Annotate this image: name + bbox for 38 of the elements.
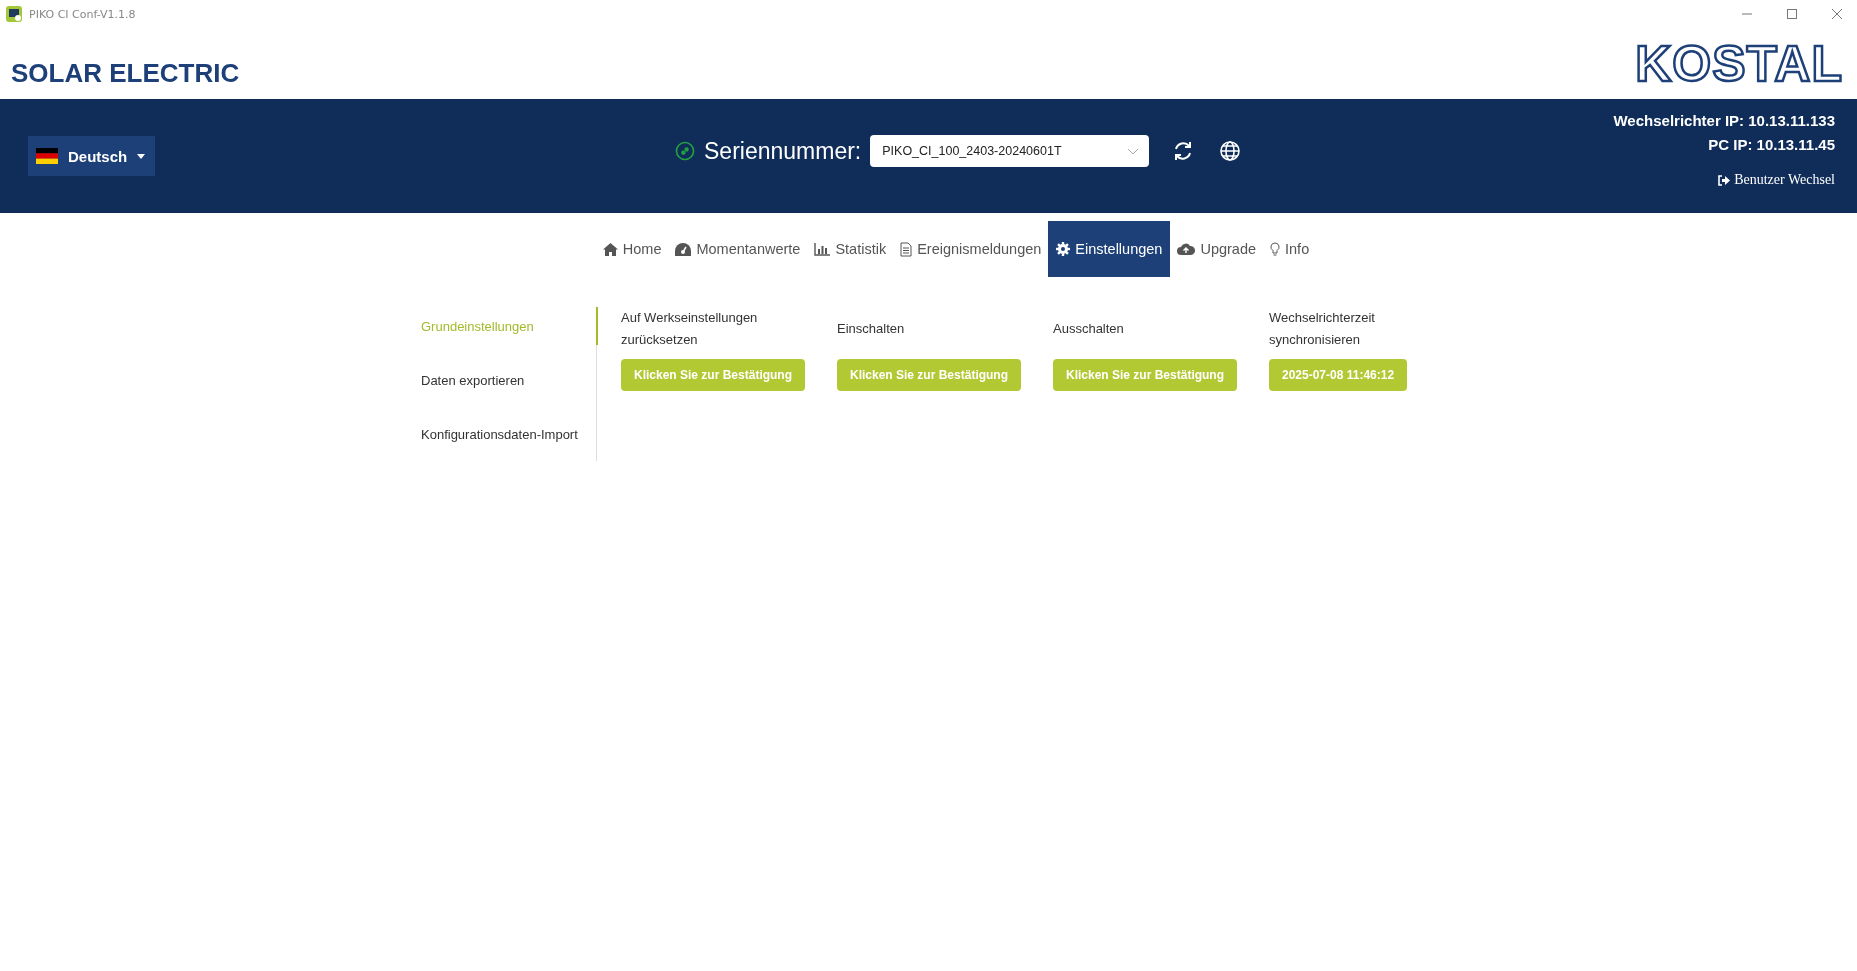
nav-tab[interactable]: Einstellungen — [1048, 221, 1171, 277]
action-label: Auf Werkseinstellungen zurücksetzen — [621, 309, 759, 349]
language-dropdown[interactable]: Deutsch — [28, 136, 156, 176]
maximize-icon[interactable] — [1786, 8, 1798, 20]
nav-tab[interactable]: Upgrade — [1170, 221, 1264, 277]
chevron-icon — [1127, 147, 1140, 155]
gauge-icon — [675, 242, 692, 256]
settings-icon — [1056, 242, 1071, 256]
cloud-upload-icon — [1177, 243, 1196, 255]
nav-tab[interactable]: Info — [1263, 221, 1317, 277]
nav-tab[interactable]: Home — [595, 221, 669, 277]
caret-icon — [137, 153, 146, 159]
user-switch-link[interactable]: Benutzer Wechsel — [1718, 172, 1835, 188]
lightbulb-icon — [1270, 241, 1281, 257]
app-icon — [6, 6, 22, 22]
action-label: Einschalten — [837, 320, 905, 338]
window-title: PIKO CI Conf-V1.1.8 — [29, 7, 136, 21]
home-icon — [602, 242, 618, 256]
logo: KOSTAL — [1635, 39, 1843, 94]
brand-title: SOLAR ELECTRIC — [11, 58, 240, 90]
nav-tab[interactable]: Momentanwerte — [668, 221, 808, 277]
globe-icon[interactable] — [1219, 140, 1242, 162]
serial-select[interactable]: PIKO_CI_100_2403-20240601T — [870, 135, 1150, 167]
document-icon — [900, 241, 913, 257]
action-label: Ausschalten — [1053, 320, 1124, 338]
sidebar-item[interactable]: Daten exportieren — [421, 353, 598, 407]
sidebar-item[interactable]: Konfigurationsdaten-Import — [421, 407, 598, 461]
ip-address-text: PC IP: 10.13.11.45 — [1708, 135, 1835, 155]
flag-icon — [36, 148, 58, 164]
ip-address-text: Wechselrichter IP: 10.13.11.133 — [1613, 111, 1835, 131]
link-icon — [675, 141, 695, 161]
sign-out-icon — [1718, 174, 1731, 186]
close-icon[interactable] — [1831, 8, 1843, 20]
nav-tab[interactable]: Statistik — [807, 221, 894, 277]
serial-label: Seriennummer: — [704, 137, 862, 165]
bar-chart-icon — [814, 242, 831, 256]
nav-tab[interactable]: Ereignismeldungen — [893, 221, 1049, 277]
action-label: Wechselrichterzeit synchronisieren — [1269, 309, 1376, 349]
